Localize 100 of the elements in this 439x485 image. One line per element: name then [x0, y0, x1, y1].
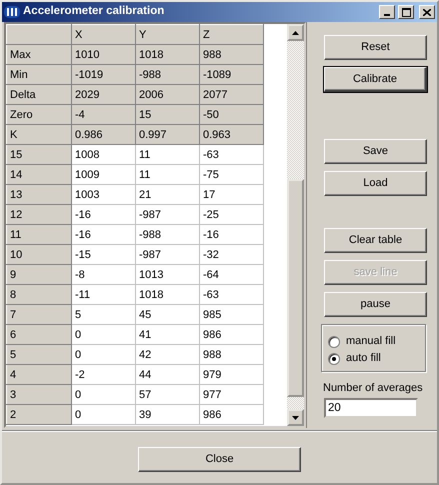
table-cell[interactable]: -32: [200, 244, 264, 264]
table-cell: 0.963: [200, 124, 264, 144]
row-header: 4: [6, 364, 72, 384]
table-cell[interactable]: 986: [200, 404, 264, 424]
row-header: Max: [6, 44, 72, 64]
row-header: 2: [6, 404, 72, 424]
header-cell: [6, 24, 72, 44]
row-header: 7: [6, 304, 72, 324]
radio-label[interactable]: auto fill: [346, 350, 381, 367]
table-cell[interactable]: 0: [72, 344, 136, 364]
table-cell: 1018: [136, 44, 200, 64]
table-cell[interactable]: 45: [136, 304, 200, 324]
action-button[interactable]: Calibrate: [324, 67, 427, 92]
table-cell[interactable]: -987: [136, 244, 200, 264]
table-cell[interactable]: 11: [136, 164, 200, 184]
up-arrow-icon: [292, 30, 299, 34]
scroll-down-button[interactable]: [287, 409, 304, 426]
app-icon: [4, 5, 20, 19]
table-cell[interactable]: -25: [200, 204, 264, 224]
table-cell[interactable]: 985: [200, 304, 264, 324]
radio-button[interactable]: [328, 336, 340, 348]
row-header: 12: [6, 204, 72, 224]
table-cell[interactable]: -75: [200, 164, 264, 184]
table-cell[interactable]: 44: [136, 364, 200, 384]
table-cell[interactable]: -63: [200, 284, 264, 304]
table-cell[interactable]: 988: [200, 344, 264, 364]
table-cell[interactable]: 977: [200, 384, 264, 404]
row-header: K: [6, 124, 72, 144]
window-title: Accelerometer calibration: [23, 4, 166, 20]
table-cell[interactable]: 1018: [136, 284, 200, 304]
radio-button[interactable]: [328, 352, 340, 364]
field-label: Number of averages: [323, 381, 424, 396]
table-cell[interactable]: 0: [72, 384, 136, 404]
table-cell[interactable]: 41: [136, 324, 200, 344]
table-cell: -4: [72, 104, 136, 124]
table-cell: -50: [200, 104, 264, 124]
table-cell[interactable]: 39: [136, 404, 200, 424]
maximize-button[interactable]: [398, 5, 414, 19]
table-cell[interactable]: 1009: [72, 164, 136, 184]
action-button[interactable]: Load: [324, 171, 427, 196]
table-cell[interactable]: -16: [72, 224, 136, 244]
minimize-button[interactable]: [379, 5, 395, 19]
row-header: 11: [6, 224, 72, 244]
table-cell: 988: [200, 44, 264, 64]
table-cell[interactable]: 1008: [72, 144, 136, 164]
row-header: 8: [6, 284, 72, 304]
row-header: 3: [6, 384, 72, 404]
table-cell[interactable]: 0: [72, 404, 136, 424]
table-cell[interactable]: -63: [200, 144, 264, 164]
table-cell[interactable]: 979: [200, 364, 264, 384]
row-header: 6: [6, 324, 72, 344]
table-cell: 2077: [200, 84, 264, 104]
table-cell[interactable]: 986: [200, 324, 264, 344]
table-cell[interactable]: 11: [136, 144, 200, 164]
table-cell: -1089: [200, 64, 264, 84]
row-header: 14: [6, 164, 72, 184]
table-cell: -988: [136, 64, 200, 84]
table-cell[interactable]: -2: [72, 364, 136, 384]
close-icon: [423, 8, 431, 16]
close-button[interactable]: Close: [138, 447, 301, 472]
table-cell[interactable]: 21: [136, 184, 200, 204]
table-cell[interactable]: 1003: [72, 184, 136, 204]
action-button[interactable]: pause: [324, 292, 427, 317]
table-cell[interactable]: -16: [72, 204, 136, 224]
column-header: Z: [200, 24, 264, 44]
column-header: X: [72, 24, 136, 44]
down-arrow-icon: [292, 416, 299, 420]
table-cell[interactable]: 42: [136, 344, 200, 364]
table-cell[interactable]: -11: [72, 284, 136, 304]
action-button[interactable]: Reset: [324, 35, 427, 60]
table-cell[interactable]: -16: [200, 224, 264, 244]
table-cell[interactable]: 0: [72, 324, 136, 344]
table-cell[interactable]: -15: [72, 244, 136, 264]
table-cell[interactable]: -987: [136, 204, 200, 224]
table-cell[interactable]: -8: [72, 264, 136, 284]
table-cell: 1010: [72, 44, 136, 64]
action-button[interactable]: Save: [324, 139, 427, 164]
row-header: 13: [6, 184, 72, 204]
row-header: 15: [6, 144, 72, 164]
row-header: 10: [6, 244, 72, 264]
table-cell[interactable]: -64: [200, 264, 264, 284]
table-cell[interactable]: -988: [136, 224, 200, 244]
table-cell[interactable]: 1013: [136, 264, 200, 284]
table-cell: 15: [136, 104, 200, 124]
column-header: Y: [136, 24, 200, 44]
table-cell: 0.986: [72, 124, 136, 144]
scrollbar[interactable]: [287, 24, 304, 426]
row-header: 9: [6, 264, 72, 284]
close-button[interactable]: [419, 5, 435, 19]
table-cell[interactable]: 5: [72, 304, 136, 324]
row-header: Delta: [6, 84, 72, 104]
scroll-up-button[interactable]: [287, 24, 304, 41]
scroll-thumb[interactable]: [287, 179, 304, 397]
table-cell[interactable]: 17: [200, 184, 264, 204]
maximize-icon: [402, 8, 410, 16]
row-header: Zero: [6, 104, 72, 124]
table-cell[interactable]: 57: [136, 384, 200, 404]
action-button[interactable]: Clear table: [324, 228, 427, 253]
radio-label[interactable]: manual fill: [346, 333, 396, 350]
averages-field[interactable]: 20: [324, 398, 418, 418]
